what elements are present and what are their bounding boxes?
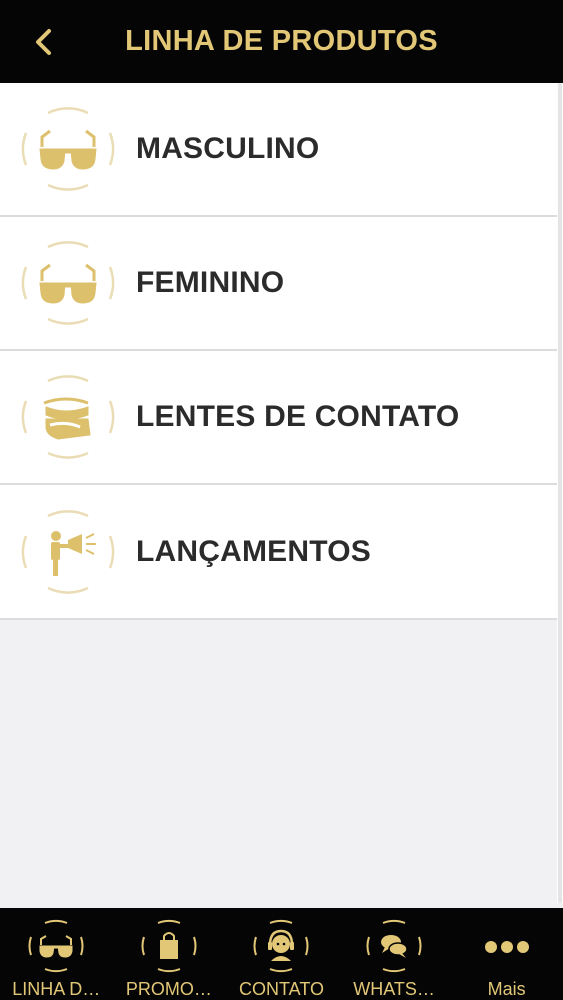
chevron-left-icon <box>36 29 51 55</box>
tab-label: LINHA D… <box>12 979 101 999</box>
list-item-label: FEMININO <box>136 266 285 299</box>
more-dots-icon <box>474 916 540 975</box>
scrollbar-thumb[interactable] <box>558 83 562 903</box>
header-bar: LINHA DE PRODUTOS <box>0 0 563 83</box>
list-item-masculino[interactable]: MASCULINO <box>0 83 557 217</box>
contact-lens-icon <box>0 367 136 467</box>
tab-label: CONTATO <box>238 979 324 999</box>
tab-whatsapp[interactable]: WHATS… <box>338 908 451 1000</box>
chat-bubbles-icon <box>361 916 427 975</box>
megaphone-person-icon <box>0 502 136 602</box>
tab-bar: LINHA D… PROMO… CONTATO WHATS… Mais <box>0 908 563 1000</box>
list-item-label: MASCULINO <box>136 132 320 165</box>
list-item-feminino[interactable]: FEMININO <box>0 217 557 351</box>
list-item-lancamentos[interactable]: LANÇAMENTOS <box>0 485 557 620</box>
tab-label: PROMO… <box>125 979 212 999</box>
tab-label: Mais <box>487 979 526 999</box>
tab-label: WHATS… <box>353 979 435 999</box>
product-list: MASCULINO FEMININO LENTES DE CONTATO LAN… <box>0 83 557 620</box>
shopping-bag-icon <box>136 916 202 975</box>
sunglasses-icon <box>0 233 136 333</box>
list-item-lentes-de-contato[interactable]: LENTES DE CONTATO <box>0 351 557 485</box>
scrollbar[interactable] <box>557 83 563 903</box>
list-item-label: LENTES DE CONTATO <box>136 400 460 433</box>
sunglasses-icon <box>23 916 89 975</box>
back-button[interactable] <box>28 24 58 60</box>
tab-linha-de-produtos[interactable]: LINHA D… <box>0 908 113 1000</box>
tab-contato[interactable]: CONTATO <box>225 908 338 1000</box>
page-title: LINHA DE PRODUTOS <box>125 25 438 57</box>
headset-person-icon <box>248 916 314 975</box>
sunglasses-icon <box>0 99 136 199</box>
tab-mais[interactable]: Mais <box>450 908 563 1000</box>
list-item-label: LANÇAMENTOS <box>136 534 371 568</box>
tab-promocoes[interactable]: PROMO… <box>113 908 226 1000</box>
